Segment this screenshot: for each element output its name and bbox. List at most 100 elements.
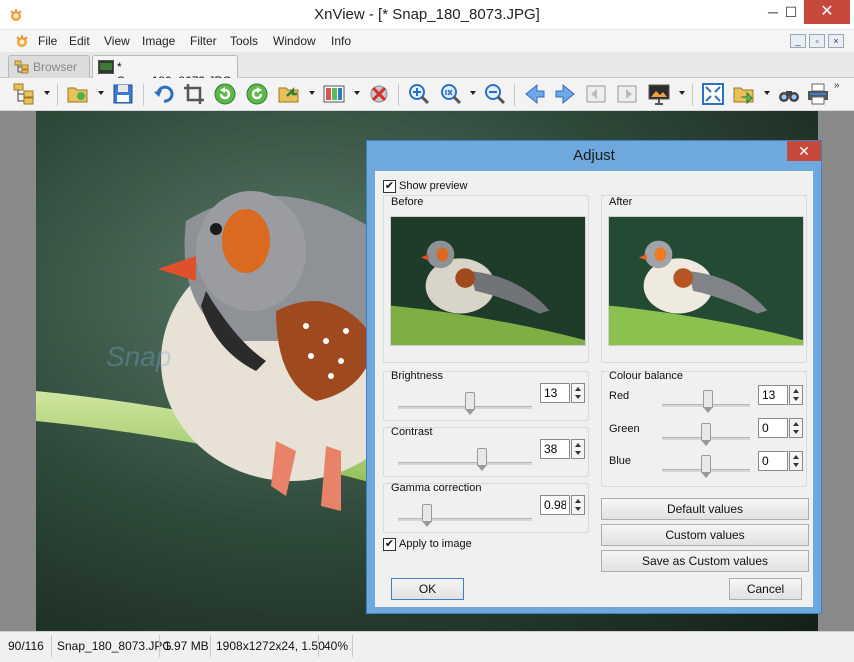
blue-input[interactable] [758, 451, 788, 471]
mdi-minimize-button[interactable]: _ [790, 34, 806, 48]
spin-down-arrow[interactable] [575, 507, 581, 511]
after-group: After [601, 195, 807, 363]
blue-slider-thumb[interactable] [701, 455, 711, 478]
export-icon[interactable] [732, 82, 756, 106]
gamma-slider-thumb[interactable] [422, 504, 432, 527]
spin-down-arrow[interactable] [575, 395, 581, 399]
menu-filter[interactable]: Filter [190, 34, 217, 48]
green-slider-thumb[interactable] [701, 423, 711, 446]
next-icon[interactable] [553, 82, 577, 106]
print-icon[interactable] [806, 82, 830, 106]
first-icon[interactable] [584, 82, 608, 106]
rotate-right-icon[interactable] [245, 82, 269, 106]
gamma-input[interactable] [540, 495, 570, 515]
default-values-button[interactable]: Default values [601, 498, 809, 520]
window-title: XnView - [* Snap_180_8073.JPG] [314, 6, 540, 23]
adjust-icon[interactable] [322, 82, 346, 106]
watermark-logo: Snap [106, 341, 171, 372]
spin-up-arrow[interactable] [793, 389, 799, 393]
apply-to-image-checkbox[interactable]: ✔ [383, 538, 396, 551]
spin-up-arrow[interactable] [793, 422, 799, 426]
fullscreen-icon[interactable] [701, 82, 725, 106]
status-dimensions: 1908x1272x24, 1.50 [216, 639, 325, 653]
after-preview-image [608, 216, 804, 346]
save-custom-values-button[interactable]: Save as Custom values [601, 550, 809, 572]
menu-image[interactable]: Image [142, 34, 175, 48]
ok-button[interactable]: OK [391, 578, 464, 600]
contrast-slider-track[interactable] [398, 462, 532, 465]
tab-browser[interactable]: Browser [8, 55, 90, 78]
red-input[interactable] [758, 385, 788, 405]
red-slider-thumb[interactable] [703, 390, 713, 413]
status-separator [352, 635, 353, 657]
green-spinner[interactable] [789, 418, 803, 438]
spin-up-arrow[interactable] [575, 443, 581, 447]
gamma-spinner[interactable] [571, 495, 585, 515]
gamma-slider-track[interactable] [398, 518, 532, 521]
show-preview-checkbox[interactable]: ✔ [383, 180, 396, 193]
last-icon[interactable] [615, 82, 639, 106]
tab-image-file[interactable]: * Snap_180_8073.JPG [92, 55, 238, 88]
spin-down-arrow[interactable] [575, 451, 581, 455]
open-folder-icon[interactable] [66, 82, 90, 106]
mdi-restore-button[interactable]: ▫ [809, 34, 825, 48]
toolbar-separator [143, 84, 144, 106]
contrast-group: Contrast [383, 426, 589, 477]
menu-file[interactable]: File [38, 34, 57, 48]
xnview-menu-icon[interactable] [14, 33, 30, 49]
zoom-out-icon[interactable] [483, 82, 507, 106]
transform-dropdown-arrow[interactable] [309, 91, 315, 95]
spin-up-arrow[interactable] [575, 499, 581, 503]
spin-down-arrow[interactable] [793, 397, 799, 401]
menu-view[interactable]: View [104, 34, 130, 48]
contrast-spinner[interactable] [571, 439, 585, 459]
brightness-slider-thumb[interactable] [465, 392, 475, 415]
red-spinner[interactable] [789, 385, 803, 405]
contrast-input[interactable] [540, 439, 570, 459]
close-window-button[interactable]: ✕ [804, 0, 850, 24]
previous-icon[interactable] [523, 82, 547, 106]
status-index: 90/116 [8, 639, 44, 653]
menu-window[interactable]: Window [273, 34, 316, 48]
cancel-button[interactable]: Cancel [729, 578, 802, 600]
custom-values-button[interactable]: Custom values [601, 524, 809, 546]
brightness-spinner[interactable] [571, 383, 585, 403]
mdi-close-button[interactable]: × [828, 34, 844, 48]
title-bar: XnView - [* Snap_180_8073.JPG] ─ ☐ ✕ [0, 0, 854, 30]
menu-tools[interactable]: Tools [230, 34, 258, 48]
after-label: After [609, 196, 633, 208]
slideshow-icon[interactable] [647, 82, 671, 106]
blue-spinner[interactable] [789, 451, 803, 471]
contrast-slider-thumb[interactable] [477, 448, 487, 471]
zoom-dropdown-arrow[interactable] [470, 91, 476, 95]
blue-label: Blue [609, 455, 632, 467]
toolbar-overflow-button[interactable]: » [834, 80, 840, 91]
green-input[interactable] [758, 418, 788, 438]
brightness-input[interactable] [540, 383, 570, 403]
open-dropdown-arrow[interactable] [98, 91, 104, 95]
transform-icon[interactable] [277, 82, 301, 106]
slideshow-dropdown-arrow[interactable] [679, 91, 685, 95]
close-image-icon[interactable] [367, 82, 391, 106]
spin-up-arrow[interactable] [575, 387, 581, 391]
dialog-close-button[interactable]: ✕ [787, 141, 821, 161]
spin-down-arrow[interactable] [793, 430, 799, 434]
menu-info[interactable]: Info [331, 34, 351, 48]
browser-tree-icon[interactable] [12, 82, 36, 106]
browser-dropdown-arrow[interactable] [44, 91, 50, 95]
menu-edit[interactable]: Edit [69, 34, 90, 48]
status-zoom: 40% [324, 639, 349, 653]
zoom-in-icon[interactable] [407, 82, 431, 106]
spin-up-arrow[interactable] [793, 455, 799, 459]
find-icon[interactable] [777, 82, 801, 106]
adjust-dropdown-arrow[interactable] [354, 91, 360, 95]
crop-icon[interactable] [182, 82, 206, 106]
rotate-left-icon[interactable] [213, 82, 237, 106]
status-separator [318, 635, 319, 657]
undo-icon[interactable] [152, 82, 176, 106]
maximize-button[interactable]: ☐ [775, 0, 807, 24]
spin-down-arrow[interactable] [793, 463, 799, 467]
zoom-options-icon[interactable] [439, 82, 463, 106]
save-icon[interactable] [111, 82, 135, 106]
export-dropdown-arrow[interactable] [764, 91, 770, 95]
